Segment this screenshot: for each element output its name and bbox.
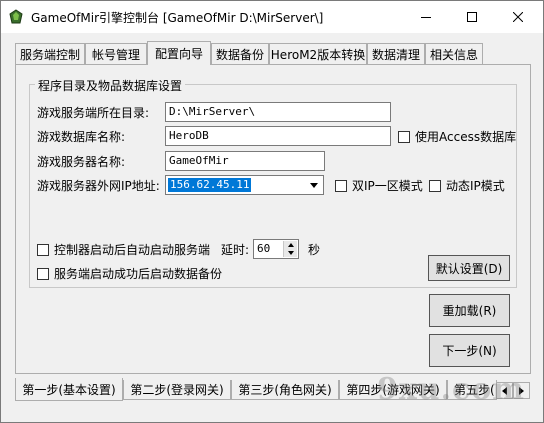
tab-account-management[interactable]: 帐号管理 (85, 43, 147, 64)
maximize-button[interactable] (449, 1, 495, 33)
close-icon (513, 12, 523, 22)
dynamic-ip-checkbox[interactable]: 动态IP模式 (429, 177, 505, 194)
reload-button[interactable]: 重加载(R) (429, 294, 510, 327)
server-name-input[interactable]: GameOfMir (165, 151, 325, 171)
tab-label: HeroM2版本转换 (270, 47, 366, 62)
ip-select-value: 156.62.45.11 (168, 178, 252, 192)
title-bar[interactable]: GameOfMir引擎控制台 [GameOfMir D:\MirServer\] (1, 1, 543, 33)
ip-label: 游戏服务器外网IP地址: (37, 179, 160, 193)
app-window: GameOfMir引擎控制台 [GameOfMir D:\MirServer\]… (0, 0, 544, 423)
tab-label: 第二步(登录网关) (130, 383, 224, 397)
tab-config-wizard[interactable]: 配置向导 (147, 41, 211, 65)
default-settings-label: 默认设置(D) (435, 261, 503, 276)
delay-value: 60 (257, 242, 271, 255)
checkbox-box (429, 179, 441, 192)
tab-label: 配置向导 (154, 47, 203, 61)
tab-data-cleanup[interactable]: 数据清理 (367, 43, 425, 64)
tab-label: 第一步(基本设置) (22, 382, 116, 397)
db-name-input[interactable]: HeroDB (165, 126, 391, 146)
server-name-label: 游戏服务器名称: (37, 155, 126, 169)
ip-select[interactable]: 156.62.45.11 (165, 175, 324, 195)
use-access-checkbox[interactable]: 使用Access数据库 (398, 128, 516, 145)
checkbox-box (37, 267, 49, 280)
tab-herom2-convert[interactable]: HeroM2版本转换 (269, 43, 367, 64)
seconds-label: 秒 (308, 243, 321, 257)
db-name-label: 游戏数据库名称: (37, 130, 126, 144)
tab-data-backup[interactable]: 数据备份 (211, 43, 269, 64)
app-logo-icon (8, 9, 24, 25)
tab-server-control[interactable]: 服务端控制 (15, 43, 85, 64)
dual-ip-label: 双IP一区模式 (352, 179, 423, 193)
window-title: GameOfMir引擎控制台 [GameOfMir D:\MirServer\] (31, 11, 324, 25)
chevron-down-icon[interactable] (307, 178, 321, 192)
chevron-up-icon[interactable] (284, 241, 297, 249)
tab-label: 数据备份 (215, 47, 264, 62)
delay-stepper[interactable]: 60 (253, 239, 299, 259)
close-button[interactable] (495, 1, 541, 33)
checkbox-box (335, 179, 347, 192)
checkbox-box (37, 243, 49, 256)
default-settings-button[interactable]: 默认设置(D) (428, 255, 510, 281)
server-dir-label: 游戏服务端所在目录: (37, 106, 150, 120)
tab-step-3[interactable]: 第三步(角色网关) (231, 380, 339, 400)
tab-label: 帐号管理 (91, 47, 140, 62)
auto-backup-checkbox[interactable]: 服务端启动成功后启动数据备份 (37, 265, 222, 282)
auto-backup-label: 服务端启动成功后启动数据备份 (54, 267, 223, 281)
auto-start-label: 控制器启动后自动启动服务端 (54, 243, 211, 257)
tab-label: 相关信息 (429, 47, 478, 62)
minimize-icon (421, 12, 431, 22)
tab-related-info[interactable]: 相关信息 (425, 43, 483, 64)
stepper-buttons (283, 241, 297, 257)
tab-label: 第三步(角色网关) (238, 383, 332, 397)
next-step-button[interactable]: 下一步(N) (429, 334, 510, 367)
reload-label: 重加载(R) (442, 304, 497, 318)
tab-label: 数据清理 (371, 47, 420, 62)
tab-label: 服务端控制 (19, 47, 80, 62)
groupbox-title: 程序目录及物品数据库设置 (35, 77, 186, 94)
use-access-label: 使用Access数据库 (415, 130, 517, 144)
chevron-down-icon[interactable] (284, 249, 297, 257)
tab-step-1[interactable]: 第一步(基本设置) (15, 378, 123, 401)
dual-ip-checkbox[interactable]: 双IP一区模式 (335, 177, 423, 194)
checkbox-box (398, 130, 410, 143)
auto-start-checkbox[interactable]: 控制器启动后自动启动服务端 (37, 241, 210, 258)
watermark: 9xu.com (377, 372, 526, 407)
tab-step-2[interactable]: 第二步(登录网关) (123, 380, 231, 400)
server-dir-input[interactable]: D:\MirServer\ (165, 102, 391, 122)
next-step-label: 下一步(N) (442, 344, 497, 358)
delay-label: 延时: (221, 243, 250, 257)
dynamic-ip-label: 动态IP模式 (446, 179, 505, 193)
minimize-button[interactable] (403, 1, 449, 33)
maximize-icon (467, 12, 477, 22)
